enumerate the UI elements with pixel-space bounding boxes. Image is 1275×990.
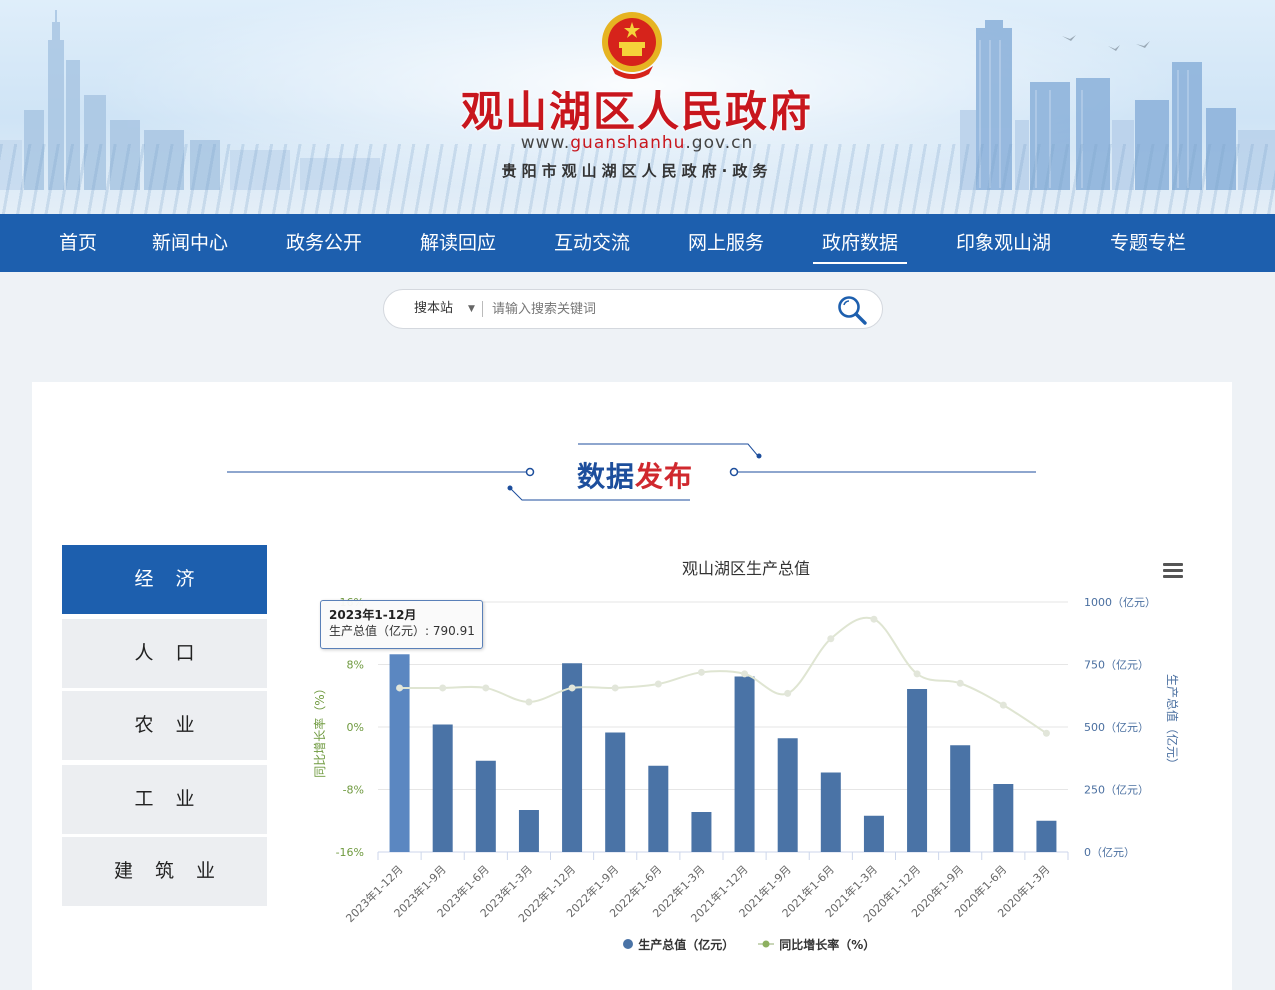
left-axis-tick-label: -8%	[343, 784, 364, 797]
growth-rate-point	[741, 670, 749, 678]
chart-bar	[907, 689, 928, 852]
left-axis-tick-label: 8%	[347, 659, 364, 672]
right-axis-title: 生产总值（亿元）	[1165, 674, 1180, 770]
left-axis-tick-label: 0%	[347, 721, 364, 734]
growth-rate-point	[1042, 729, 1050, 737]
growth-rate-point	[482, 684, 490, 692]
growth-rate-point	[525, 698, 533, 706]
growth-rate-point	[999, 701, 1007, 709]
growth-rate-line	[399, 616, 1047, 735]
chart-menu-icon[interactable]	[1163, 563, 1183, 579]
growth-rate-point	[870, 615, 878, 623]
growth-rate-point	[654, 680, 662, 688]
legend-item-growth[interactable]: 同比增长率（%）	[757, 936, 875, 953]
right-axis-tick-label: 1000（亿元）	[1084, 596, 1156, 609]
chart-bar	[562, 663, 583, 852]
chart-bar	[518, 810, 539, 852]
chart-title: 观山湖区生产总值	[682, 559, 810, 578]
growth-rate-point	[784, 689, 792, 697]
legend-label-growth: 同比增长率（%）	[779, 938, 876, 952]
growth-rate-point	[697, 668, 705, 676]
chart-bar	[863, 815, 884, 852]
left-axis-tick-label: -16%	[336, 846, 364, 859]
chart-bar	[475, 760, 496, 852]
gdp-chart: 观山湖区生产总值-16%-8%0%8%16%0（亿元）250（亿元）500（亿元…	[312, 559, 1180, 925]
growth-rate-point	[827, 635, 835, 643]
tooltip-value: 生产总值（亿元）: 790.91	[329, 624, 475, 638]
chart-bar	[691, 812, 712, 852]
chart-bar	[648, 765, 669, 852]
chart-bar	[1036, 820, 1057, 852]
right-axis-tick-label: 0（亿元）	[1084, 846, 1135, 859]
legend-item-gdp[interactable]: 生产总值（亿元）	[622, 936, 734, 953]
growth-rate-point	[396, 684, 404, 692]
growth-rate-point	[611, 684, 619, 692]
chart-bar	[950, 745, 971, 852]
chart-bar	[993, 784, 1014, 852]
chart-bar	[605, 732, 626, 852]
left-axis-title: 同比增长率（%）	[312, 682, 327, 777]
right-axis-tick-label: 750（亿元）	[1084, 659, 1149, 672]
chart-bar	[734, 676, 755, 852]
right-axis-tick-label: 250（亿元）	[1084, 784, 1149, 797]
growth-rate-point	[568, 684, 576, 692]
right-axis-tick-label: 500（亿元）	[1084, 721, 1149, 734]
growth-rate-point	[956, 679, 964, 687]
chart-bar	[820, 772, 841, 852]
chart-bar	[389, 654, 410, 852]
tooltip-title: 2023年1-12月	[329, 608, 417, 622]
legend-label-gdp: 生产总值（亿元）	[638, 938, 735, 952]
legend-marker-gdp-icon	[623, 939, 633, 949]
chart-bar	[777, 738, 798, 852]
growth-rate-point	[439, 684, 447, 692]
growth-rate-point	[913, 670, 921, 678]
chart-tooltip: 2023年1-12月 生产总值（亿元）: 790.91	[320, 600, 483, 649]
chart-bar	[432, 724, 453, 852]
legend-marker-growth-icon	[758, 940, 774, 948]
